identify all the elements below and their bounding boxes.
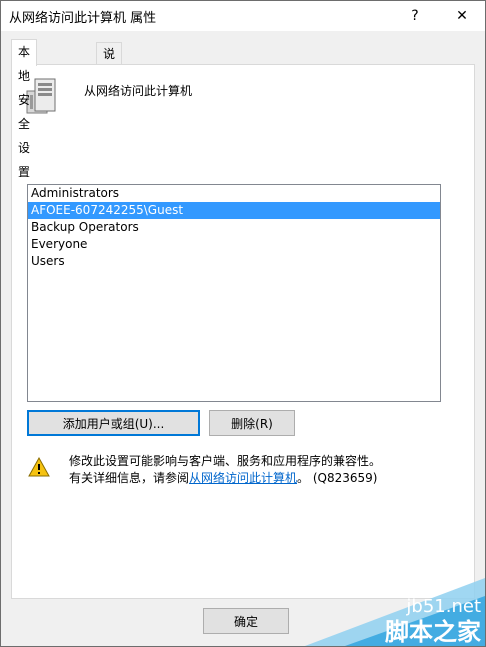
close-button[interactable]: ✕ <box>442 1 482 31</box>
list-item[interactable]: Administrators <box>28 185 440 202</box>
window-title: 从网络访问此计算机 属性 <box>9 11 157 26</box>
tab-local-security-setting[interactable]: 本地安全设置 <box>11 39 38 179</box>
list-item[interactable]: AFOEE-607242255\Guest <box>28 202 440 219</box>
server-icon <box>26 78 56 114</box>
compatibility-warning: 修改此设置可能影响与客户端、服务和应用程序的兼容性。 有关详细信息，请参阅从网络… <box>69 453 464 487</box>
watermark-site: jb51.net <box>405 596 481 617</box>
watermark-name: 脚本之家 <box>385 618 481 646</box>
members-listbox[interactable]: Administrators AFOEE-607242255\Guest Bac… <box>27 184 441 402</box>
warning-suffix: 。 (Q823659) <box>297 471 378 485</box>
add-user-or-group-button[interactable]: 添加用户或组(U)... <box>27 410 200 436</box>
list-item[interactable]: Users <box>28 253 440 270</box>
list-item[interactable]: Everyone <box>28 236 440 253</box>
policy-help-link[interactable]: 从网络访问此计算机 <box>189 471 297 485</box>
warning-icon <box>28 457 50 477</box>
list-item[interactable]: Backup Operators <box>28 219 440 236</box>
warning-line-2: 有关详细信息，请参阅从网络访问此计算机。 (Q823659) <box>69 470 464 487</box>
warning-line-1: 修改此设置可能影响与客户端、服务和应用程序的兼容性。 <box>69 454 382 468</box>
remove-button[interactable]: 删除(R) <box>209 410 295 436</box>
help-button[interactable]: ? <box>395 1 435 31</box>
policy-name: 从网络访问此计算机 <box>84 84 193 98</box>
tab-panel: 从网络访问此计算机 Administrators AFOEE-607242255… <box>11 64 475 599</box>
tab-explain[interactable]: 说明 <box>96 42 123 83</box>
properties-dialog: 从网络访问此计算机 属性 ? ✕ 本地安全设置 说明 从网络访问此计算机 Adm… <box>0 0 486 647</box>
ok-button[interactable]: 确定 <box>203 608 289 634</box>
warning-prefix: 有关详细信息，请参阅 <box>69 471 190 485</box>
title-bar: 从网络访问此计算机 属性 ? ✕ <box>1 1 485 31</box>
